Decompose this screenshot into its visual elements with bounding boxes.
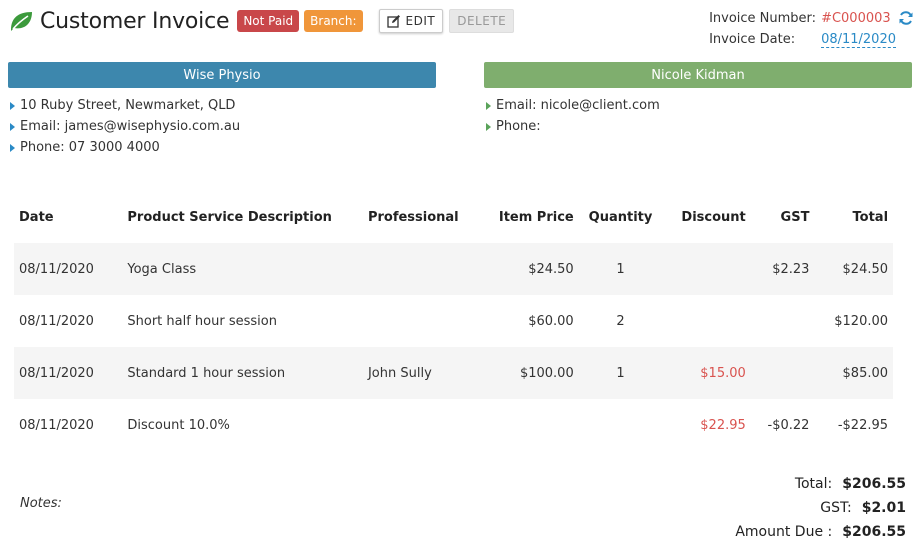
table-header: Date Product Service Description Profess…: [14, 191, 893, 243]
cell-date: 08/11/2020: [19, 313, 94, 329]
table-row: 08/11/2020 Discount 10.0% $22.95 -$0.22 …: [14, 399, 893, 451]
total-label: Total:: [794, 476, 833, 492]
cell-quantity: 1: [616, 365, 625, 381]
bullet-icon: [10, 101, 15, 110]
gst-label: GST:: [820, 500, 852, 516]
col-description: Product Service Description: [127, 209, 332, 225]
cell-total: -$22.95: [837, 417, 889, 433]
page-title: Customer Invoice: [40, 8, 230, 34]
branch-badge: Branch:: [304, 10, 363, 32]
invoice-header: Customer Invoice Not Paid Branch: EDIT D…: [8, 6, 515, 36]
table-row: 08/11/2020 Standard 1 hour session John …: [14, 347, 893, 399]
col-date: Date: [19, 209, 54, 225]
edit-button-label: EDIT: [405, 14, 436, 28]
col-gst: GST: [780, 209, 810, 225]
cell-date: 08/11/2020: [19, 261, 94, 277]
cell-total: $120.00: [834, 313, 889, 329]
invoice-date-label: Invoice Date:: [709, 32, 796, 47]
cell-quantity: 1: [616, 261, 625, 277]
client-email: Email: nicole@client.com: [484, 95, 912, 116]
table-row: 08/11/2020 Yoga Class $24.50 1 $2.23 $24…: [14, 243, 893, 295]
cell-item-price: $60.00: [528, 313, 574, 329]
business-address: 10 Ruby Street, Newmarket, QLD: [8, 95, 436, 116]
cell-date: 08/11/2020: [19, 417, 94, 433]
gst-value: $2.01: [861, 500, 906, 516]
col-discount: Discount: [681, 209, 746, 225]
client-panel: Nicole Kidman Email: nicole@client.com P…: [484, 62, 912, 137]
cell-date: 08/11/2020: [19, 365, 94, 381]
cell-discount: $15.00: [700, 365, 746, 381]
leaf-icon: [11, 12, 32, 31]
cell-total: $85.00: [842, 365, 889, 381]
col-quantity: Quantity: [588, 209, 653, 225]
cell-gst: -$0.22: [767, 417, 810, 433]
edit-button[interactable]: EDIT: [378, 9, 444, 33]
notes-label: Notes:: [20, 496, 62, 511]
line-items-table: Date Product Service Description Profess…: [14, 191, 893, 451]
bullet-icon: [486, 122, 491, 131]
bullet-icon: [10, 143, 15, 152]
total-value: $206.55: [842, 476, 906, 492]
totals-summary: Total: $206.55 GST: $2.01 Amount Due : $…: [735, 472, 906, 544]
cell-description: Discount 10.0%: [127, 417, 230, 433]
cell-item-price: $100.00: [519, 365, 574, 381]
bullet-icon: [10, 122, 15, 131]
business-phone: Phone: 07 3000 4000: [8, 137, 436, 158]
client-phone: Phone:: [484, 116, 912, 137]
col-professional: Professional: [367, 209, 459, 225]
cell-description: Short half hour session: [127, 313, 277, 329]
cell-total: $24.50: [842, 261, 889, 277]
cell-discount: $22.95: [700, 417, 746, 433]
business-panel: Wise Physio 10 Ruby Street, Newmarket, Q…: [8, 62, 436, 158]
status-badge: Not Paid: [237, 10, 300, 32]
cell-description: Yoga Class: [127, 261, 197, 277]
cell-gst: $2.23: [772, 261, 810, 277]
amount-due-label: Amount Due :: [735, 524, 833, 540]
refresh-icon[interactable]: [898, 10, 914, 26]
client-name: Nicole Kidman: [484, 62, 912, 88]
bullet-icon: [486, 101, 491, 110]
cell-description: Standard 1 hour session: [127, 365, 286, 381]
invoice-number: #C000003: [821, 11, 891, 26]
col-item-price: Item Price: [498, 209, 574, 225]
delete-button[interactable]: DELETE: [449, 9, 515, 33]
invoice-meta: Invoice Number: #C000003 Invoice Date: 0…: [709, 8, 913, 50]
cell-quantity: 2: [616, 313, 625, 329]
table-row: 08/11/2020 Short half hour session $60.0…: [14, 295, 893, 347]
business-name: Wise Physio: [8, 62, 436, 88]
invoice-number-label: Invoice Number:: [709, 11, 817, 26]
pencil-square-icon: [386, 15, 400, 28]
col-total: Total: [852, 209, 889, 225]
cell-professional: John Sully: [367, 365, 432, 381]
amount-due-value: $206.55: [842, 524, 906, 540]
business-email: Email: james@wisephysio.com.au: [8, 116, 436, 137]
invoice-date-link[interactable]: 08/11/2020: [821, 32, 896, 48]
cell-item-price: $24.50: [528, 261, 574, 277]
